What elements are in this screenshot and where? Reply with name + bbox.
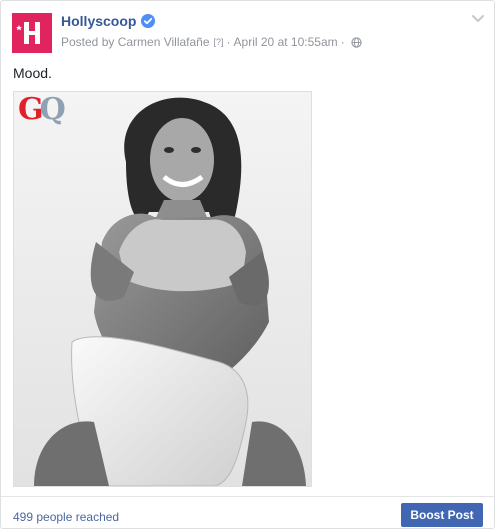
gq-logo-q: Q bbox=[39, 92, 66, 127]
globe-icon[interactable] bbox=[350, 36, 362, 48]
footer-divider bbox=[1, 496, 494, 497]
meta-separator: · bbox=[226, 35, 231, 49]
posted-by-text: Posted by Carmen Villafañe bbox=[61, 35, 210, 49]
post-message: Mood. bbox=[13, 65, 52, 81]
post-timestamp-link[interactable]: April 20 at 10:55am bbox=[234, 35, 338, 49]
post-photo[interactable]: GQ bbox=[13, 91, 312, 487]
boost-post-button[interactable]: Boost Post bbox=[401, 503, 483, 527]
post-meta: Posted by Carmen Villafañe [?] · April 2… bbox=[61, 35, 362, 49]
hollyscoop-logo-icon bbox=[12, 13, 52, 53]
page-avatar[interactable] bbox=[12, 13, 52, 53]
help-marker[interactable]: [?] bbox=[214, 37, 224, 47]
meta-separator: · bbox=[340, 35, 345, 49]
verified-badge-icon bbox=[141, 14, 155, 28]
photo-image bbox=[14, 92, 311, 486]
people-reached-link[interactable]: 499 people reached bbox=[13, 510, 119, 524]
page-name-link[interactable]: Hollyscoop bbox=[61, 13, 136, 29]
chevron-down-icon[interactable] bbox=[471, 14, 485, 24]
feed-post: Hollyscoop Posted by Carmen Villafañe [?… bbox=[0, 0, 495, 529]
gq-logo-g: G bbox=[18, 92, 44, 127]
gq-logo: GQ bbox=[18, 92, 66, 127]
